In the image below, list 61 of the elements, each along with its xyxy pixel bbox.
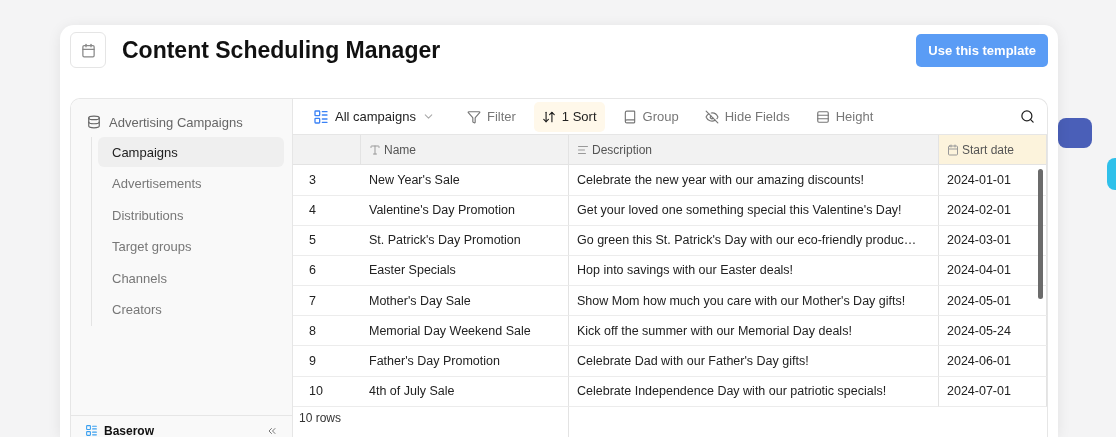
row-number: 6 <box>293 255 361 287</box>
sort-icon <box>541 109 556 124</box>
row-number: 4 <box>293 195 361 226</box>
table-cell: Celebrate Independence Day with our patriotic specials! <box>569 376 939 407</box>
row-count: 10 rows <box>293 406 569 437</box>
table-cell: 4th of July Sale <box>361 376 569 407</box>
table-cell: Easter Specials <box>361 255 569 287</box>
page-title: Content Scheduling Manager <box>122 36 442 64</box>
search-icon[interactable] <box>1020 109 1035 125</box>
sort-button[interactable]: 1 Sort <box>533 101 605 132</box>
table-cell: Get your loved one something special this Valentine's Day! <box>569 195 939 226</box>
database-icon <box>87 115 101 129</box>
table-cell: Hop into savings with our Easter deals! <box>569 255 939 287</box>
table-cell: New Year's Sale <box>361 165 569 196</box>
background-block <box>1058 118 1092 148</box>
sidebar-item[interactable]: Distributions <box>98 200 284 230</box>
text-field-icon <box>369 143 381 156</box>
group-button[interactable]: Group <box>614 101 687 132</box>
sidebar-item[interactable]: Campaigns <box>98 137 284 167</box>
table-cell: St. Patrick's Day Promotion <box>361 225 569 256</box>
table-cell: 2024-07-01 <box>939 376 1047 407</box>
longtext-field-icon <box>577 143 589 156</box>
row-number: 10 <box>293 376 361 407</box>
column-header[interactable]: Description <box>569 135 939 166</box>
list-icon <box>313 108 329 125</box>
logo-icon <box>85 424 98 437</box>
table-cell: Father's Day Promotion <box>361 346 569 377</box>
sidebar-item[interactable]: Advertisements <box>98 168 284 199</box>
table-cell: Mother's Day Sale <box>361 286 569 317</box>
table-cell: Go green this St. Patrick's Day with our eco-friendly produc… <box>569 225 939 256</box>
column-header[interactable]: Name <box>361 135 569 166</box>
table-cell: Kick off the summer with our Memorial Day deals! <box>569 316 939 347</box>
filter-button[interactable]: Filter <box>458 101 524 132</box>
calendar-icon <box>70 32 106 68</box>
scrollbar[interactable] <box>1038 169 1043 300</box>
row-number: 5 <box>293 225 361 256</box>
row-number: 9 <box>293 346 361 377</box>
table-cell: Celebrate Dad with our Father's Day gifts! <box>569 346 939 377</box>
date-field-icon <box>947 143 959 156</box>
brand-logo: Baserow <box>104 425 156 437</box>
table-cell: 2024-06-01 <box>939 346 1047 377</box>
hide-icon <box>704 109 719 124</box>
view-selector[interactable]: All campaigns <box>313 108 435 125</box>
table-cell: Valentine's Day Promotion <box>361 195 569 226</box>
table-cell: Show Mom how much you care with our Mother's Day gifts! <box>569 286 939 317</box>
table-cell: 2024-05-24 <box>939 316 1047 347</box>
table-cell: Memorial Day Weekend Sale <box>361 316 569 347</box>
database-name[interactable]: Advertising Campaigns <box>109 114 243 130</box>
use-template-button[interactable]: Use this template <box>916 33 1048 67</box>
row-number: 3 <box>293 165 361 196</box>
filter-icon <box>466 109 481 124</box>
sidebar-item[interactable]: Target groups <box>98 231 284 262</box>
row-number: 7 <box>293 286 361 317</box>
hide-button[interactable]: Hide Fields <box>696 101 798 132</box>
height-button[interactable]: Height <box>807 101 882 132</box>
table-cell: Celebrate the new year with our amazing discounts! <box>569 165 939 196</box>
sidebar-item[interactable]: Channels <box>98 263 284 293</box>
row-number: 8 <box>293 316 361 347</box>
column-header[interactable]: Start date <box>939 135 1047 166</box>
collapse-icon[interactable] <box>266 425 278 437</box>
sidebar-item[interactable]: Creators <box>98 294 284 325</box>
